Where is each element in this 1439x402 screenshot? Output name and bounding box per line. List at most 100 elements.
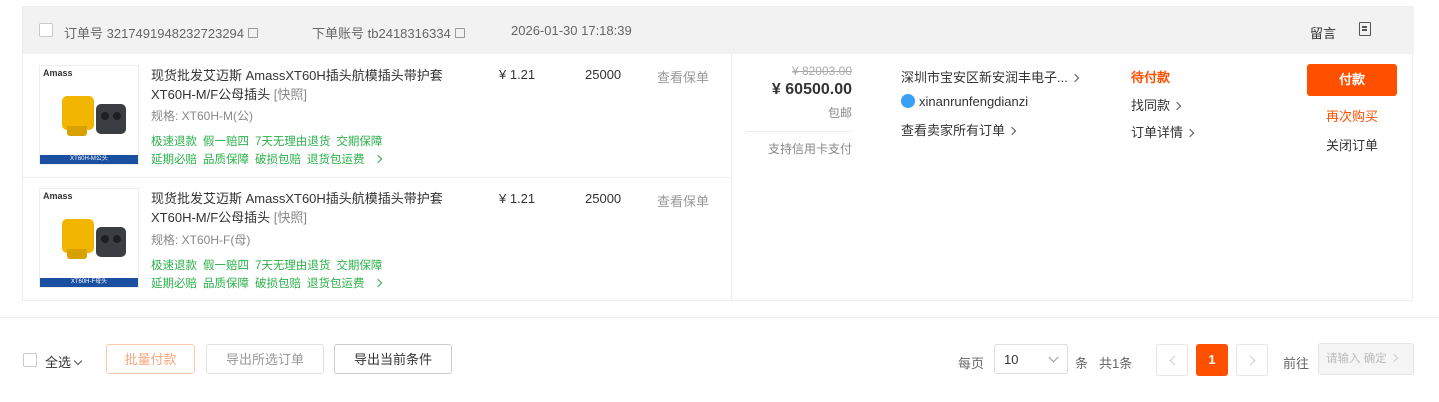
wangwang-icon[interactable] xyxy=(901,94,915,108)
buyer-account: 下单账号 tb2418316334 xyxy=(312,23,465,42)
service-tag: 品质保障 xyxy=(203,154,249,166)
next-page-button[interactable] xyxy=(1236,344,1268,376)
order-number: 订单号 3217491948232723294 xyxy=(64,23,259,42)
chevron-left-icon xyxy=(1169,355,1180,366)
prev-page-button[interactable] xyxy=(1156,344,1188,376)
buyer-account-value: tb2418316334 xyxy=(367,26,451,41)
chevron-right-icon xyxy=(373,278,382,288)
snapshot-link[interactable]: [快照] xyxy=(274,210,307,225)
select-all-checkbox[interactable] xyxy=(23,353,37,367)
select-all-label[interactable]: 全选 xyxy=(45,355,71,370)
select-all-toggle[interactable]: 全选 xyxy=(45,352,83,371)
chevron-right-icon xyxy=(1389,353,1398,363)
yellow-plug-image xyxy=(62,96,94,136)
find-similar-text[interactable]: 找同款 xyxy=(1131,98,1170,113)
shipping-note: 包邮 xyxy=(827,106,852,120)
find-similar-link[interactable]: 找同款 xyxy=(1131,95,1182,114)
per-page-unit: 条 xyxy=(1075,356,1089,371)
chevron-right-icon xyxy=(1070,73,1080,83)
seller-id[interactable]: xinanrunfengdianzi xyxy=(919,94,1028,109)
actual-price: ¥ 60500.00 xyxy=(771,81,852,98)
thumb-brand: Amass xyxy=(43,191,73,201)
thumb-caption: XT60H-F母头 xyxy=(40,278,138,287)
service-tag: 交期保障 xyxy=(336,260,383,272)
service-tag: 极速退款 xyxy=(151,136,197,148)
service-tag: 7天无理由退货 xyxy=(255,260,331,272)
note-icon[interactable] xyxy=(1359,22,1371,36)
chevron-right-icon xyxy=(1245,355,1256,366)
footer-bar: 全选 批量付款 导出所选订单 导出当前条件 每页 10 条 共1条 1 前往 请… xyxy=(0,317,1439,402)
service-tag: 破损包赔 xyxy=(255,278,301,290)
order-list-page: 订单号 3217491948232723294 下单账号 tb241831633… xyxy=(0,0,1439,402)
unit-price: ¥ 1.21 xyxy=(499,191,536,206)
service-row[interactable]: 延期必赔 品质保障 破损包赔 退货包运费 xyxy=(151,151,387,167)
buyer-account-label: 下单账号 xyxy=(312,26,365,41)
order-number-value: 3217491948232723294 xyxy=(106,26,245,41)
product-thumbnail[interactable]: Amass XT60H-M公头 xyxy=(39,65,139,165)
order-item: Amass XT60H-F母头 现货批发艾迈斯 AmassXT60H插头航模插头… xyxy=(23,178,731,301)
close-order-button[interactable]: 关闭订单 xyxy=(1307,135,1397,154)
view-policy-link[interactable]: 查看保单 xyxy=(657,191,709,210)
order-detail-text[interactable]: 订单详情 xyxy=(1131,125,1183,140)
per-page-value[interactable]: 10 xyxy=(1004,352,1018,367)
quantity: 25000 xyxy=(585,191,622,206)
export-current-button[interactable]: 导出当前条件 xyxy=(334,344,452,374)
unit-price: ¥ 1.21 xyxy=(499,67,536,82)
message-link[interactable]: 留言 xyxy=(1310,23,1336,42)
service-row: 极速退款 假一赔四 7天无理由退货 交期保障 xyxy=(151,133,388,149)
service-row: 极速退款 假一赔四 7天无理由退货 交期保障 xyxy=(151,257,388,273)
copy-icon[interactable] xyxy=(454,28,465,38)
service-row[interactable]: 延期必赔 品质保障 破损包赔 退货包运费 xyxy=(151,275,387,291)
seller-all-orders-text[interactable]: 查看卖家所有订单 xyxy=(901,123,1005,138)
service-tag: 交期保障 xyxy=(336,136,383,148)
copy-icon[interactable] xyxy=(248,28,259,38)
snapshot-link[interactable]: [快照] xyxy=(274,87,307,102)
per-page-select[interactable]: 10 xyxy=(994,344,1068,374)
service-tag: 7天无理由退货 xyxy=(255,136,331,148)
product-spec: 规格: XT60H-M(公) xyxy=(151,109,254,123)
shop-name[interactable]: 深圳市宝安区新安润丰电子... xyxy=(901,70,1068,85)
order-total: ¥ 82003.00 ¥ 60500.00 包邮 支持信用卡支付 xyxy=(732,54,852,174)
goto-page-input[interactable]: 请输入 确定 xyxy=(1318,343,1414,375)
chevron-right-icon xyxy=(373,154,382,164)
view-policy-link[interactable]: 查看保单 xyxy=(657,67,709,86)
service-tag: 破损包赔 xyxy=(255,154,301,166)
order-detail-link[interactable]: 订单详情 xyxy=(1131,122,1195,141)
wangwang-contact[interactable]: xinanrunfengdianzi xyxy=(901,94,1028,109)
quantity: 25000 xyxy=(585,67,622,82)
pay-button[interactable]: 付款 xyxy=(1307,64,1397,96)
order-item: Amass XT60H-M公头 现货批发艾迈斯 AmassXT60H插头航模插头… xyxy=(23,54,731,177)
service-tag: 假一赔四 xyxy=(203,136,249,148)
seller-all-orders-link[interactable]: 查看卖家所有订单 xyxy=(901,120,1017,139)
original-price: ¥ 82003.00 xyxy=(791,64,852,78)
service-tag: 极速退款 xyxy=(151,260,197,272)
order-status: 待付款 xyxy=(1131,70,1171,85)
service-tag: 退货包运费 xyxy=(307,154,365,166)
total-count: 共1条 xyxy=(1099,356,1133,371)
order-header: 订单号 3217491948232723294 下单账号 tb241831633… xyxy=(23,7,1414,54)
thumb-brand: Amass xyxy=(43,68,73,78)
order-number-label: 订单号 xyxy=(64,26,104,41)
order-card: 订单号 3217491948232723294 下单账号 tb241831633… xyxy=(22,6,1414,301)
credit-card-note: 支持信用卡支付 xyxy=(767,142,852,156)
chevron-down-icon xyxy=(73,356,83,366)
chevron-right-icon xyxy=(1172,101,1182,111)
black-cap-image xyxy=(96,227,126,257)
goto-placeholder[interactable]: 请输入 确定 xyxy=(1326,353,1387,365)
total-separator xyxy=(746,131,852,132)
shop-name-link[interactable]: 深圳市宝安区新安润丰电子... xyxy=(901,67,1080,86)
product-title[interactable]: 现货批发艾迈斯 AmassXT60H插头航模插头带护套XT60H-M/F公母插头… xyxy=(151,66,481,104)
product-title[interactable]: 现货批发艾迈斯 AmassXT60H插头航模插头带护套XT60H-M/F公母插头… xyxy=(151,189,481,227)
rebuy-button[interactable]: 再次购买 xyxy=(1307,106,1397,125)
service-tag: 延期必赔 xyxy=(151,278,197,290)
product-thumbnail[interactable]: Amass XT60H-F母头 xyxy=(39,188,139,288)
thumb-caption: XT60H-M公头 xyxy=(40,155,138,164)
order-checkbox[interactable] xyxy=(39,23,53,37)
goto-label: 前往 xyxy=(1283,356,1310,371)
black-cap-image xyxy=(96,104,126,134)
per-page-label: 每页 xyxy=(958,356,985,371)
export-selected-button[interactable]: 导出所选订单 xyxy=(206,344,324,374)
current-page[interactable]: 1 xyxy=(1196,344,1228,376)
service-tag: 延期必赔 xyxy=(151,154,197,166)
batch-pay-button[interactable]: 批量付款 xyxy=(106,344,195,374)
